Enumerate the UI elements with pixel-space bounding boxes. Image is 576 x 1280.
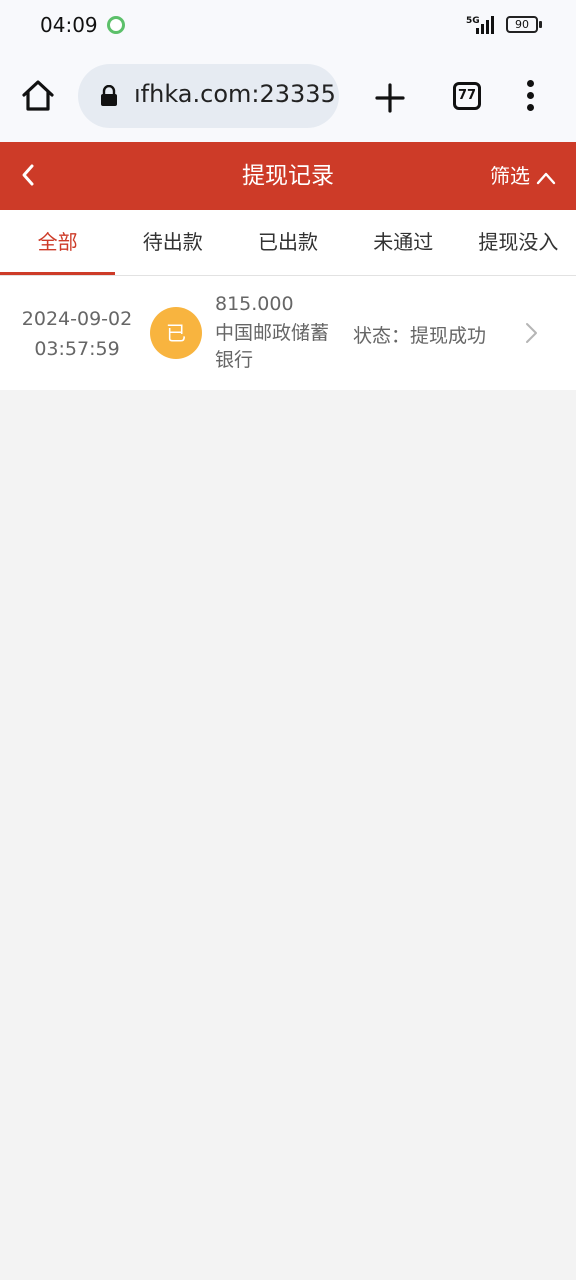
tab-withdraw-not-received[interactable]: 提现没入 [461, 210, 576, 275]
page-header: 提现记录 筛选 [0, 142, 576, 210]
signal-icon: 5G [466, 16, 494, 34]
record-time: 03:57:59 [34, 338, 120, 360]
network-type: 5G [466, 16, 480, 26]
lock-icon [101, 85, 117, 106]
tab-all[interactable]: 全部 [0, 210, 116, 275]
address-bar[interactable]: ıfhka.com:23335 [78, 64, 339, 128]
new-tab-icon[interactable] [372, 80, 408, 116]
record-date: 2024-09-02 [21, 308, 133, 330]
record-status: 状态：提现成功 [353, 325, 487, 347]
battery-icon: 90 [506, 16, 538, 33]
filter-button[interactable]: 筛选 [490, 142, 556, 210]
notification-icon [107, 16, 125, 34]
record-bank: 中国邮政储蓄银行 [215, 322, 330, 371]
filter-label: 筛选 [490, 164, 530, 188]
tab-paid[interactable]: 已出款 [230, 210, 345, 275]
tab-pending[interactable]: 待出款 [115, 210, 230, 275]
status-badge: 已 [150, 307, 202, 359]
back-arrow-icon[interactable] [14, 160, 44, 190]
battery-cap [539, 21, 542, 28]
status-bar: 04:09 5G 90 [0, 0, 576, 50]
list-item[interactable]: 2024-09-02 03:57:59 已 815.000 中国邮政储蓄银行 状… [0, 276, 576, 390]
status-tabs: 全部 待出款 已出款 未通过 提现没入 [0, 210, 576, 276]
chevron-right-icon [526, 323, 537, 343]
record-amount: 815.000 [215, 293, 294, 315]
browser-menu-icon[interactable] [520, 80, 540, 114]
browser-toolbar: ıfhka.com:23335 77 [0, 50, 576, 142]
chevron-up-icon [536, 172, 556, 184]
url-text[interactable]: ıfhka.com:23335 [134, 80, 334, 108]
status-time: 04:09 [40, 13, 98, 37]
record-datetime: 2024-09-02 03:57:59 [16, 304, 138, 364]
tab-rejected[interactable]: 未通过 [346, 210, 461, 275]
home-icon[interactable] [18, 76, 58, 116]
tab-switcher-button[interactable]: 77 [453, 82, 481, 110]
